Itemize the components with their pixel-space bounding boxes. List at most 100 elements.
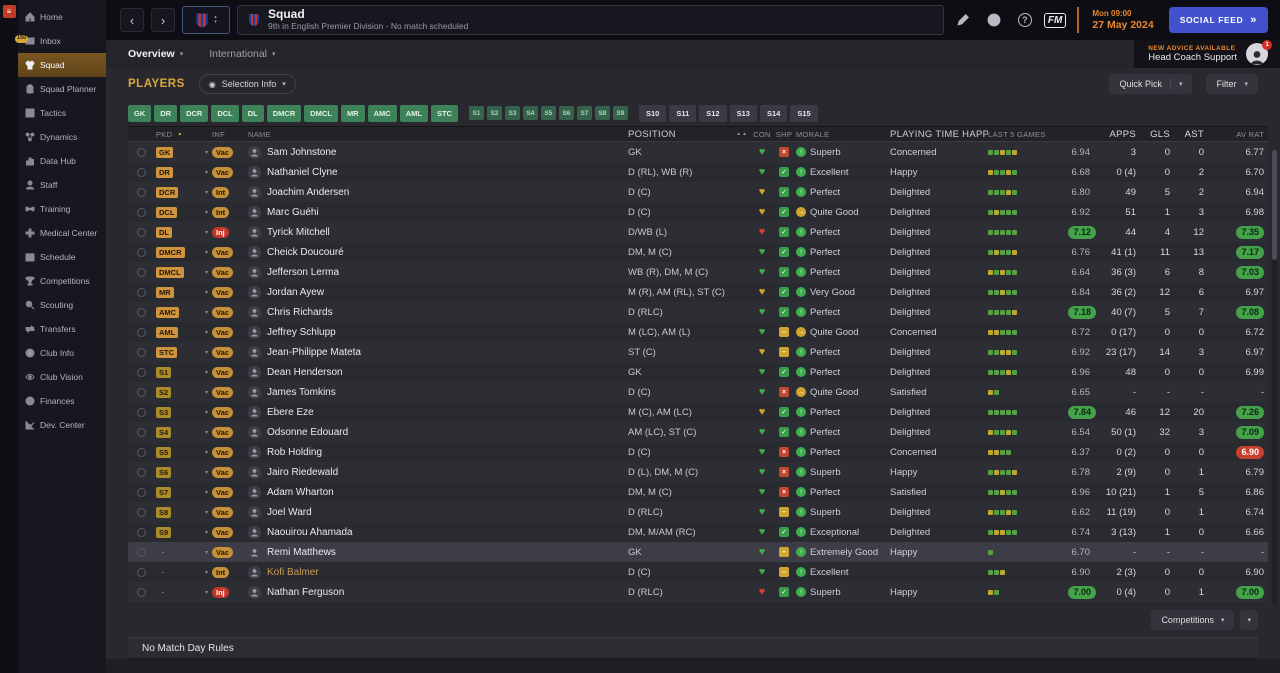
pkd-dropdown-icon[interactable]: ▾ bbox=[205, 209, 212, 216]
pkd-dropdown-icon[interactable]: ▾ bbox=[205, 229, 212, 236]
pkd-dropdown-icon[interactable]: ▾ bbox=[205, 329, 212, 336]
row-checkbox[interactable] bbox=[136, 387, 146, 397]
table-row[interactable]: DL ▾ Inj Tyrick Mitchell D/WB (L) ♥ ✓ ↑ Perfect D… bbox=[128, 222, 1268, 242]
advice-panel[interactable]: NEW ADVICE AVAILABLE Head Coach Support … bbox=[1134, 40, 1280, 68]
scrollbar-thumb[interactable] bbox=[1272, 150, 1277, 260]
table-row[interactable]: AML ▾ Vac Jeffrey Schlupp M (LC), AM (L) ♥ – → Q… bbox=[128, 322, 1268, 342]
table-row[interactable]: DCL ▾ Int Marc Guéhi D (C) ♥ ✓ → Quite Good Delig… bbox=[128, 202, 1268, 222]
competitions-dropdown[interactable]: Competitions ▾ bbox=[1151, 610, 1235, 630]
table-row[interactable]: S8 ▾ Vac Joel Ward D (RLC) ♥ – ↑ Superb Delighted… bbox=[128, 502, 1268, 522]
filter-s12[interactable]: S12 bbox=[699, 104, 727, 122]
column-header-shp[interactable]: SHP bbox=[772, 130, 796, 139]
pkd-dropdown-icon[interactable]: ▾ bbox=[205, 309, 212, 316]
row-checkbox[interactable] bbox=[136, 207, 146, 217]
filter-dmcl[interactable]: DMCL bbox=[304, 104, 338, 122]
row-checkbox[interactable] bbox=[136, 407, 146, 417]
pkd-dropdown-icon[interactable]: ▾ bbox=[205, 429, 212, 436]
table-row[interactable]: DCR ▾ Int Joachim Andersen D (C) ♥ ✓ ↑ Perfect De… bbox=[128, 182, 1268, 202]
sidebar-item-training[interactable]: Training bbox=[18, 197, 106, 221]
row-checkbox[interactable] bbox=[136, 307, 146, 317]
filter-dl[interactable]: DL bbox=[241, 104, 264, 122]
filter-s3[interactable]: S3 bbox=[504, 106, 520, 120]
sidebar-item-transfers[interactable]: Transfers bbox=[18, 317, 106, 341]
edit-pencil-icon[interactable] bbox=[951, 9, 975, 31]
table-row[interactable]: - ▾ Int Kofi Balmer D (C) ♥ – ↑ Excellent 6.90 2 (… bbox=[128, 562, 1268, 582]
collapse-button[interactable]: ▾ bbox=[1240, 610, 1258, 630]
filter-s4[interactable]: S4 bbox=[522, 106, 538, 120]
row-checkbox[interactable] bbox=[136, 567, 146, 577]
filter-mr[interactable]: MR bbox=[340, 104, 365, 122]
selection-info-button[interactable]: ◉ Selection Info ▾ bbox=[198, 74, 296, 94]
column-header-playing-time[interactable]: PLAYING TIME HAPPINESS bbox=[890, 129, 988, 140]
row-checkbox[interactable] bbox=[136, 347, 146, 357]
column-header-inf[interactable]: INF bbox=[212, 130, 248, 139]
pkd-dropdown-icon[interactable]: ▾ bbox=[205, 189, 212, 196]
row-checkbox[interactable] bbox=[136, 327, 146, 337]
column-header-gls[interactable]: GLS bbox=[1144, 129, 1178, 140]
row-checkbox[interactable] bbox=[136, 487, 146, 497]
filter-s1[interactable]: S1 bbox=[468, 106, 484, 120]
table-row[interactable]: S6 ▾ Vac Jairo Riedewald D (L), DM, M (C) ♥ × ↑… bbox=[128, 462, 1268, 482]
fm-menu-icon[interactable]: ≡ bbox=[2, 5, 16, 18]
filter-s9[interactable]: S9 bbox=[612, 106, 628, 120]
sidebar-item-dev-center[interactable]: Dev. Center bbox=[18, 413, 106, 437]
column-header-apps[interactable]: APPS bbox=[1096, 129, 1144, 140]
row-checkbox[interactable] bbox=[136, 187, 146, 197]
forward-button[interactable]: › bbox=[151, 8, 175, 32]
pkd-dropdown-icon[interactable]: ▾ bbox=[205, 509, 212, 516]
table-row[interactable]: S1 ▾ Vac Dean Henderson GK ♥ ✓ ↑ Perfect Delighte… bbox=[128, 362, 1268, 382]
sidebar-item-schedule[interactable]: Schedule bbox=[18, 245, 106, 269]
row-checkbox[interactable] bbox=[136, 547, 146, 557]
sidebar-item-club-vision[interactable]: Club Vision bbox=[18, 365, 106, 389]
column-header-ast[interactable]: AST bbox=[1178, 129, 1212, 140]
table-row[interactable]: DMCL ▾ Vac Jefferson Lerma WB (R), DM, M (C)… bbox=[128, 262, 1268, 282]
filter-s8[interactable]: S8 bbox=[594, 106, 610, 120]
sidebar-item-competitions[interactable]: Competitions bbox=[18, 269, 106, 293]
sidebar-item-scouting[interactable]: Scouting bbox=[18, 293, 106, 317]
filter-amc[interactable]: AMC bbox=[367, 104, 397, 122]
row-checkbox[interactable] bbox=[136, 527, 146, 537]
table-scrollbar[interactable] bbox=[1272, 150, 1277, 605]
filter-dmcr[interactable]: DMCR bbox=[266, 104, 302, 122]
row-checkbox[interactable] bbox=[136, 467, 146, 477]
table-row[interactable]: MR ▾ Vac Jordan Ayew M (R), AM (RL), ST (C) ♥… bbox=[128, 282, 1268, 302]
row-checkbox[interactable] bbox=[136, 287, 146, 297]
pkd-dropdown-icon[interactable]: ▾ bbox=[205, 369, 212, 376]
column-header-name[interactable]: NAME bbox=[248, 130, 628, 139]
pkd-dropdown-icon[interactable]: ▾ bbox=[205, 489, 212, 496]
pkd-dropdown-icon[interactable]: ▾ bbox=[205, 549, 212, 556]
row-checkbox[interactable] bbox=[136, 247, 146, 257]
filter-button[interactable]: Filter ▾ bbox=[1206, 74, 1258, 94]
sidebar-item-dynamics[interactable]: Dynamics bbox=[18, 125, 106, 149]
table-row[interactable]: S7 ▾ Vac Adam Wharton DM, M (C) ♥ × ↑ Perfect Sat… bbox=[128, 482, 1268, 502]
pkd-dropdown-icon[interactable]: ▾ bbox=[205, 249, 212, 256]
filter-s13[interactable]: S13 bbox=[729, 104, 757, 122]
column-header-morale[interactable]: MORALE bbox=[796, 130, 890, 139]
sidebar-item-finances[interactable]: Finances bbox=[18, 389, 106, 413]
filter-s10[interactable]: S10 bbox=[638, 104, 667, 122]
sidebar-item-squad-planner[interactable]: Squad Planner bbox=[18, 77, 106, 101]
club-switcher[interactable]: ▴ ▾ bbox=[182, 6, 230, 34]
sidebar-item-staff[interactable]: Staff bbox=[18, 173, 106, 197]
filter-s6[interactable]: S6 bbox=[558, 106, 574, 120]
table-row[interactable]: DMCR ▾ Vac Cheick Doucouré DM, M (C) ♥ ✓ ↑ Perfe… bbox=[128, 242, 1268, 262]
row-checkbox[interactable] bbox=[136, 147, 146, 157]
table-row[interactable]: AMC ▾ Vac Chris Richards D (RLC) ♥ ✓ ↑ Perfect De… bbox=[128, 302, 1268, 322]
pkd-dropdown-icon[interactable]: ▾ bbox=[205, 149, 212, 156]
pkd-dropdown-icon[interactable]: ▾ bbox=[205, 589, 212, 596]
filter-s15[interactable]: S15 bbox=[790, 104, 818, 122]
filter-aml[interactable]: AML bbox=[399, 104, 428, 122]
pkd-dropdown-icon[interactable]: ▾ bbox=[205, 469, 212, 476]
help-icon[interactable]: ? bbox=[1013, 9, 1037, 31]
filter-stc[interactable]: STC bbox=[430, 104, 458, 122]
row-checkbox[interactable] bbox=[136, 507, 146, 517]
pkd-dropdown-icon[interactable]: ▾ bbox=[205, 269, 212, 276]
filter-s14[interactable]: S14 bbox=[759, 104, 788, 122]
column-header-avrat[interactable]: AV RAT bbox=[1212, 130, 1268, 139]
pkd-dropdown-icon[interactable]: ▾ bbox=[205, 449, 212, 456]
pkd-dropdown-icon[interactable]: ▾ bbox=[205, 389, 212, 396]
row-checkbox[interactable] bbox=[136, 227, 146, 237]
filter-gk[interactable]: GK bbox=[128, 104, 152, 122]
sidebar-item-club-info[interactable]: Club Info bbox=[18, 341, 106, 365]
filter-dcr[interactable]: DCR bbox=[180, 104, 209, 122]
